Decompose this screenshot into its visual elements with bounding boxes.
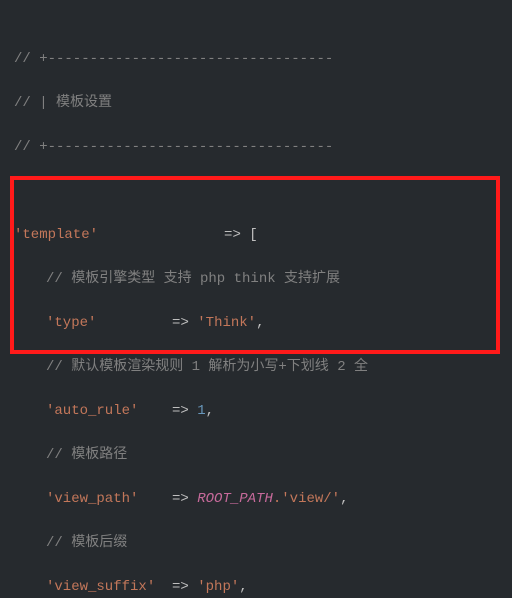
view-path-line: 'view_path' => ROOT_PATH.'view/', [14,488,512,510]
key-template: 'template' [14,227,98,243]
comment-suffix: // 模板后缀 [14,532,512,554]
comment-title: // | 模板设置 [14,92,512,114]
code-editor[interactable]: // +---------------------------------- /… [0,0,512,598]
key-view-path: 'view_path' [46,491,138,507]
key-type: 'type' [46,315,96,331]
const-root-path: ROOT_PATH [197,491,273,507]
view-suffix-line: 'view_suffix' => 'php', [14,576,512,598]
key-auto-rule: 'auto_rule' [46,403,138,419]
auto-rule-line: 'auto_rule' => 1, [14,400,512,422]
comment-rule-top: // +---------------------------------- [14,48,512,70]
comment-path: // 模板路径 [14,444,512,466]
blank-line [14,180,512,202]
comment-engine: // 模板引擎类型 支持 php think 支持扩展 [14,268,512,290]
type-line: 'type' => 'Think', [14,312,512,334]
comment-rule: // 默认模板渲染规则 1 解析为小写+下划线 2 全 [14,356,512,378]
key-view-suffix: 'view_suffix' [46,579,155,595]
template-key-line: 'template' => [ [14,224,512,246]
comment-rule-bottom: // +---------------------------------- [14,136,512,158]
